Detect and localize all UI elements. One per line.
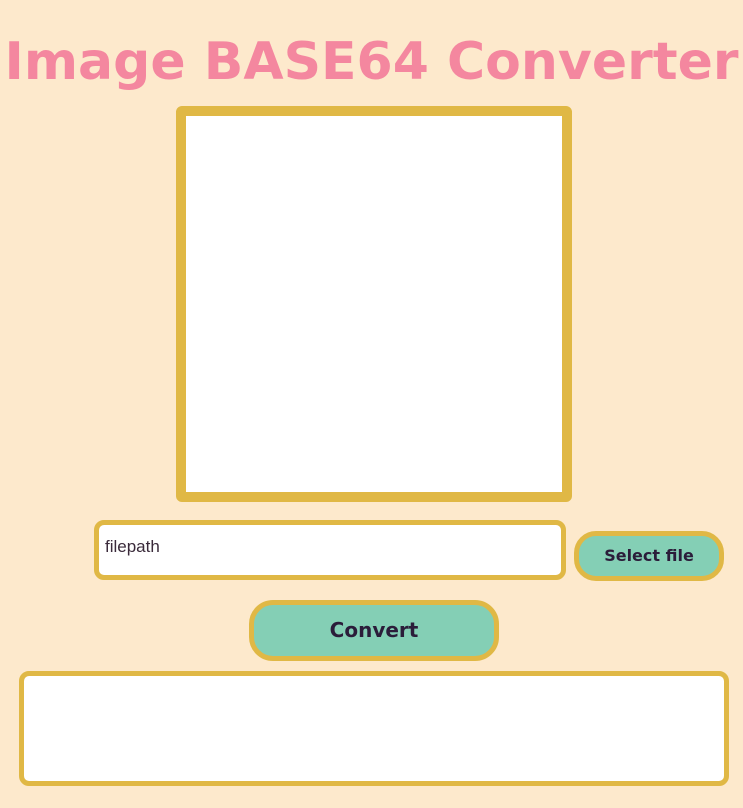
page-title: Image BASE64 Converter: [4, 32, 739, 92]
convert-button[interactable]: Convert: [249, 600, 499, 661]
image-preview: [176, 106, 572, 502]
select-file-button[interactable]: Select file: [574, 531, 724, 581]
filepath-input[interactable]: filepath: [94, 520, 566, 580]
base64-output[interactable]: [19, 671, 729, 786]
filepath-value: filepath: [105, 537, 160, 556]
